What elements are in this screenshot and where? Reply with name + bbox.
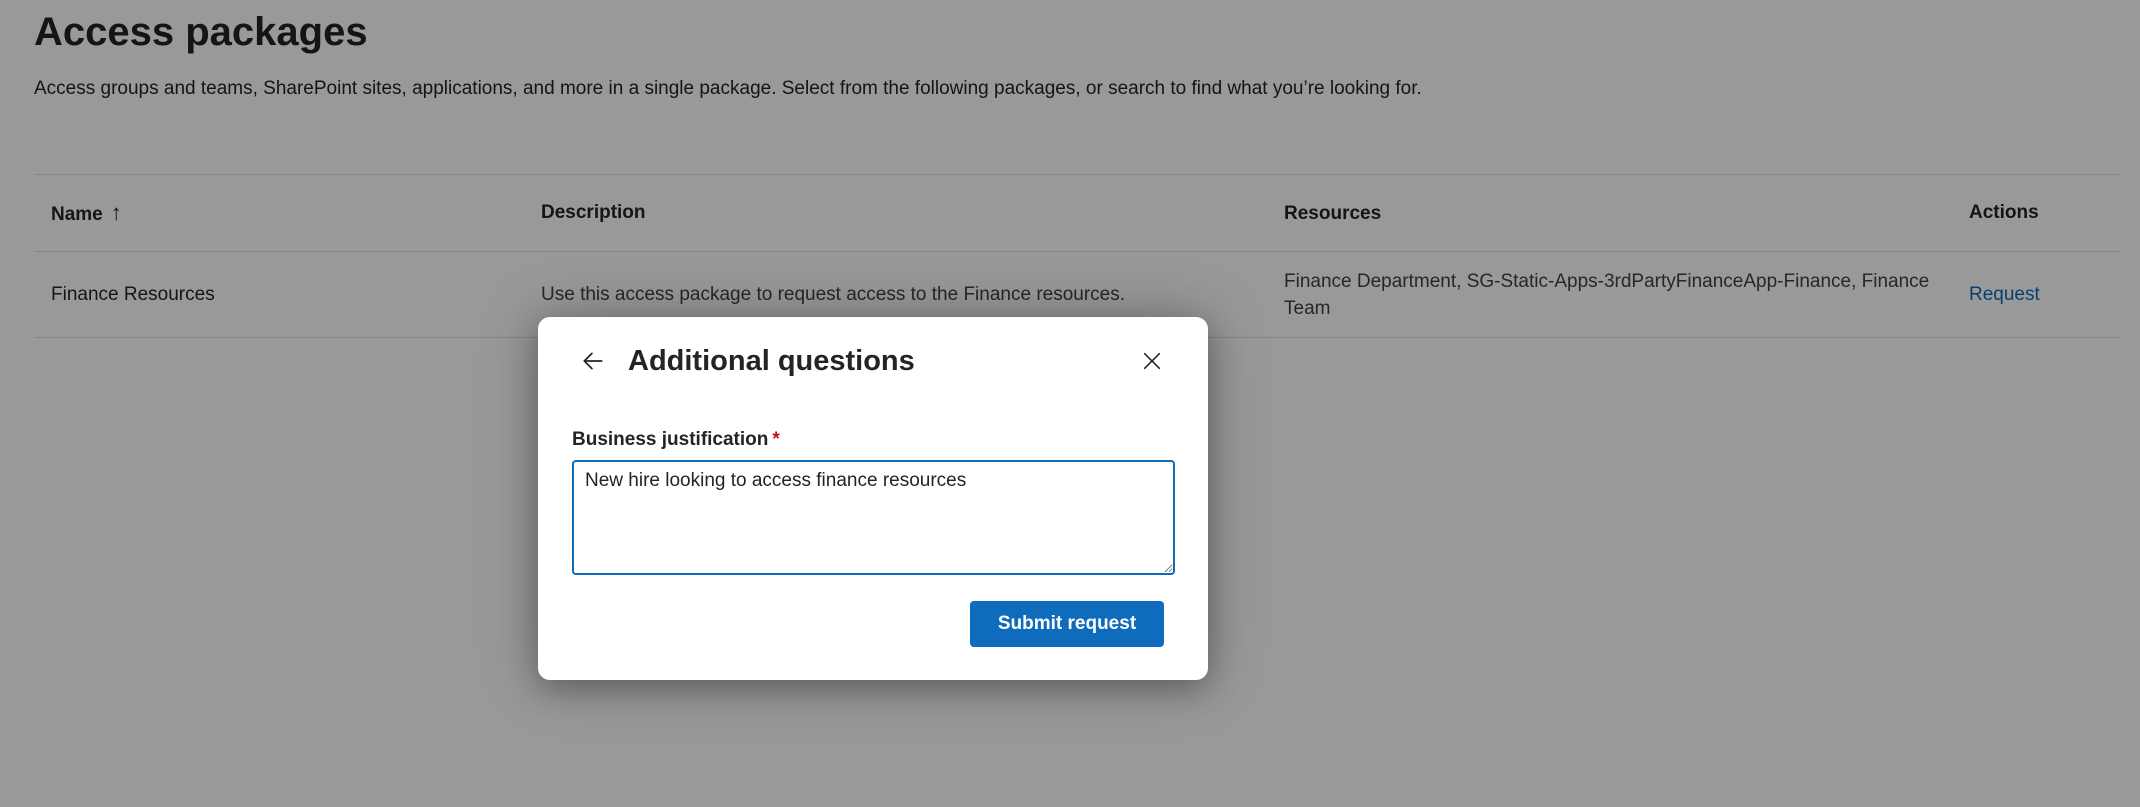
close-icon	[1143, 352, 1161, 370]
business-justification-label-text: Business justification	[572, 429, 769, 450]
business-justification-label: Business justification *	[572, 429, 780, 451]
close-button[interactable]	[1132, 341, 1172, 381]
arrow-left-icon	[583, 352, 603, 370]
back-button[interactable]	[573, 341, 613, 381]
dialog-title: Additional questions	[628, 345, 915, 377]
submit-request-button[interactable]: Submit request	[970, 601, 1164, 647]
business-justification-input[interactable]: New hire looking to access finance resou…	[572, 460, 1175, 575]
additional-questions-dialog: Additional questions Business justificat…	[538, 317, 1208, 680]
required-marker: *	[772, 429, 780, 450]
